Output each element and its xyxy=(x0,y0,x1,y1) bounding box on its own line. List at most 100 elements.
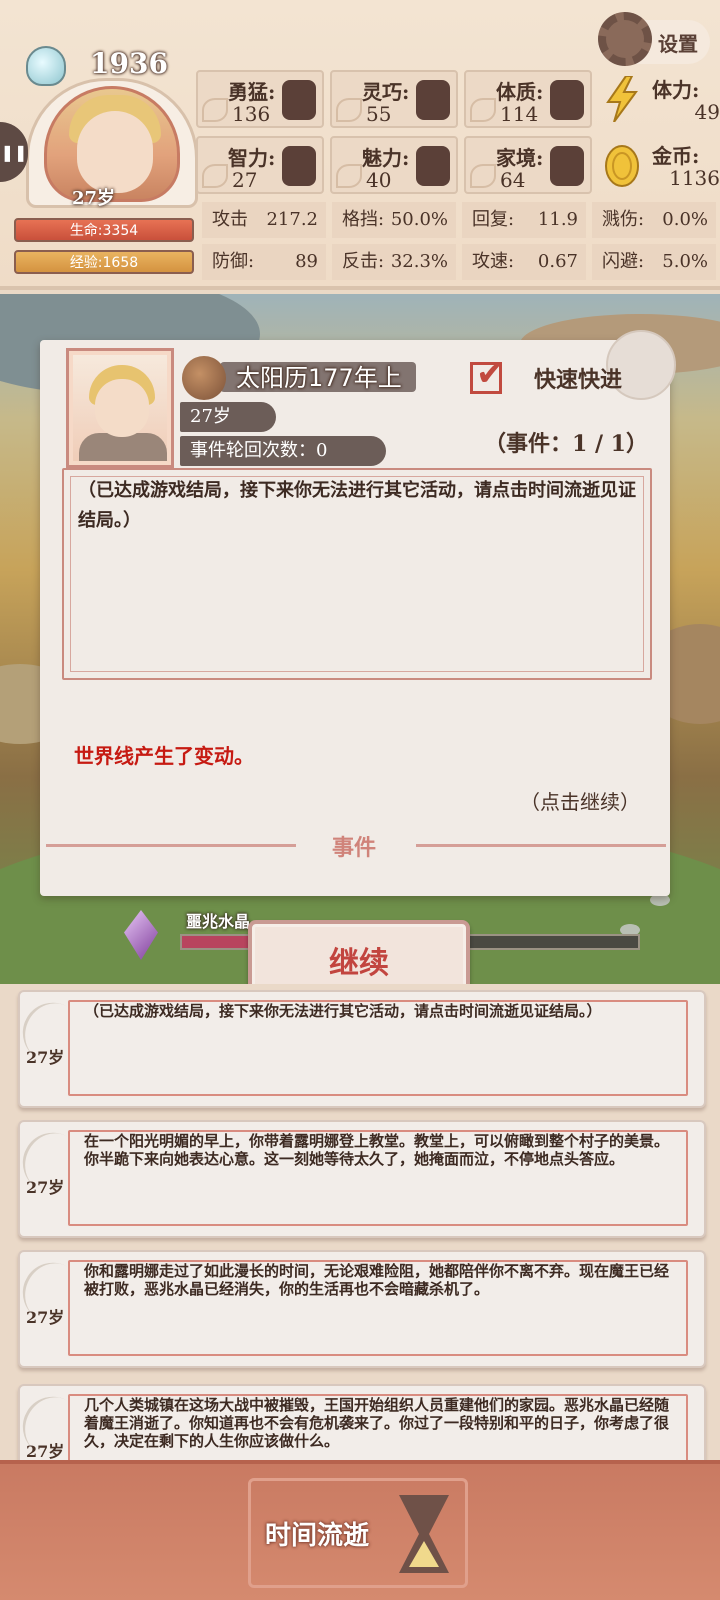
hp-label: 生命:3354 xyxy=(69,223,139,239)
attr-bravery[interactable]: 勇猛: 136 xyxy=(196,70,324,128)
attr-value: 136 xyxy=(232,102,271,126)
stat-label: 格挡: xyxy=(342,209,385,230)
log-age: 27岁 xyxy=(26,1178,65,1197)
brain-icon xyxy=(282,146,316,186)
gear-icon xyxy=(598,12,652,66)
attr-family[interactable]: 家境: 64 xyxy=(464,136,592,194)
gold-label: 金币: xyxy=(652,144,700,168)
gold-display: 金币: 1136 xyxy=(600,136,720,196)
log-entry: 27岁 几个人类城镇在这场大战中被摧毁，王国开始组织人员重建他们的家园。恶兆水晶… xyxy=(12,1384,706,1460)
bottom-bar: 时间流逝 xyxy=(0,1460,720,1600)
stat-value: 0.67 xyxy=(537,251,578,272)
flourish-ornament xyxy=(336,164,362,188)
age-label: 27岁 xyxy=(72,188,116,209)
attr-value: 114 xyxy=(500,102,539,126)
stamina-label: 体力: xyxy=(652,78,700,102)
attr-charm[interactable]: 魅力: 40 xyxy=(330,136,458,194)
attr-constitution[interactable]: 体质: 114 xyxy=(464,70,592,128)
attr-name: 勇猛: xyxy=(228,80,276,104)
side-menu-handle[interactable]: ❚❚ xyxy=(0,122,28,182)
status-panel: 设置 1936 27岁 ❚❚ 生命:3354 经验:1658 勇猛: 136 灵… xyxy=(0,0,720,290)
scarf-icon xyxy=(416,80,450,120)
time-pass-label: 时间流逝 xyxy=(265,1520,370,1551)
stat-value: 5.0% xyxy=(662,251,708,272)
gold-value: 1136 xyxy=(669,166,720,190)
attr-intelligence[interactable]: 智力: 27 xyxy=(196,136,324,194)
year-counter: 1936 xyxy=(90,47,168,80)
stat-label: 攻速: xyxy=(472,251,515,272)
log-age: 27岁 xyxy=(26,1308,65,1327)
character-portrait xyxy=(66,348,174,468)
log-age: 27岁 xyxy=(26,1442,65,1460)
attr-name: 魅力: xyxy=(362,146,410,170)
divider-right xyxy=(416,844,666,847)
attr-value: 64 xyxy=(500,168,526,192)
stat-dodge: 闪避: 5.0% xyxy=(592,244,716,280)
settings-button[interactable]: 设置 xyxy=(598,12,710,66)
exp-label: 经验:1658 xyxy=(69,255,139,271)
stat-value: 0.0% xyxy=(662,209,708,230)
fast-forward-toggle[interactable]: ✔ 快速快进 xyxy=(470,354,650,396)
event-counter: （事件：1 / 1） xyxy=(484,431,648,457)
stat-counter: 反击: 32.3% xyxy=(332,244,456,280)
portrait-body xyxy=(79,433,167,461)
world-change-notice: 世界线产生了变动。 xyxy=(74,744,254,768)
stat-value: 89 xyxy=(295,251,318,272)
stat-label: 防御: xyxy=(212,251,255,272)
stat-label: 攻击 xyxy=(212,209,248,230)
calendar-date: 太阳历177年上 xyxy=(236,364,402,392)
lightning-icon xyxy=(606,76,638,122)
age-chip: 27岁 xyxy=(180,402,276,432)
event-description: （已达成游戏结局，接下来你无法进行其它活动，请点击时间流逝见证结局。） xyxy=(78,480,636,531)
stat-value: 11.9 xyxy=(537,209,578,230)
omen-label: 噩兆水晶 xyxy=(186,912,251,931)
attr-dexterity[interactable]: 灵巧: 55 xyxy=(330,70,458,128)
stat-defense: 防御: 89 xyxy=(202,244,326,280)
attr-value: 55 xyxy=(366,102,392,126)
log-entry: 27岁 在一个阳光明媚的早上，你带着露明娜登上教堂。教堂上，可以俯瞰到整个村子的… xyxy=(12,1120,706,1238)
time-pass-button[interactable]: 时间流逝 xyxy=(248,1478,468,1588)
event-log-list[interactable]: 27岁 （已达成游戏结局，接下来你无法进行其它活动，请点击时间流逝见证结局。） … xyxy=(0,984,720,1460)
stat-label: 溅伤: xyxy=(602,209,645,230)
hand-coin-icon xyxy=(550,146,584,186)
attr-name: 家境: xyxy=(496,146,544,170)
exp-bar: 经验:1658 xyxy=(14,250,194,274)
combat-stats: 攻击 217.2 格挡: 50.0% 回复: 11.9 溅伤: 0.0% 防御: 89 反… xyxy=(202,202,716,284)
log-text: （已达成游戏结局，接下来你无法进行其它活动，请点击时间流逝见证结局。） xyxy=(84,1002,602,1020)
checkmark-icon: ✔ xyxy=(476,354,505,394)
attr-name: 体质: xyxy=(496,80,544,104)
stat-regen: 回复: 11.9 xyxy=(462,202,586,238)
divider-left xyxy=(46,844,296,847)
stat-attack: 攻击 217.2 xyxy=(202,202,326,238)
log-entry: 27岁 （已达成游戏结局，接下来你无法进行其它活动，请点击时间流逝见证结局。） xyxy=(12,990,706,1108)
hp-bar: 生命:3354 xyxy=(14,218,194,242)
flourish-ornament xyxy=(470,164,496,188)
fist-icon xyxy=(282,80,316,120)
settings-label: 设置 xyxy=(658,31,698,56)
flourish-ornament xyxy=(470,98,496,122)
cycle-chip: 事件轮回次数：0 xyxy=(180,436,386,466)
portrait-face xyxy=(95,379,149,437)
attr-value: 27 xyxy=(232,168,258,192)
crystal-icon xyxy=(124,910,158,960)
gold-coin-icon xyxy=(605,145,639,187)
dialog-footer-title: 事件 xyxy=(332,835,377,861)
stat-value: 217.2 xyxy=(266,209,318,230)
stat-splash: 溅伤: 0.0% xyxy=(592,202,716,238)
event-text-box: （已达成游戏结局，接下来你无法进行其它活动，请点击时间流逝见证结局。） xyxy=(62,468,652,680)
flourish-ornament xyxy=(202,164,228,188)
stat-label: 闪避: xyxy=(602,251,645,272)
flower-icon xyxy=(416,146,450,186)
flourish-ornament xyxy=(202,98,228,122)
flourish-ornament xyxy=(336,98,362,122)
stat-label: 回复: xyxy=(472,209,515,230)
log-text: 在一个阳光明媚的早上，你带着露明娜登上教堂。教堂上，可以俯瞰到整个村子的美景。你… xyxy=(84,1132,670,1168)
stamina-display: 体力: 49 xyxy=(600,70,720,130)
log-age: 27岁 xyxy=(26,1048,65,1067)
tap-to-continue-hint[interactable]: （点击继续） xyxy=(520,786,640,815)
attr-name: 智力: xyxy=(228,146,276,170)
bread-icon xyxy=(182,356,226,400)
log-text: 你和露明娜走过了如此漫长的时间，无论艰难险阻，她都陪伴你不离不弃。现在魔王已经被… xyxy=(84,1262,670,1298)
event-dialog[interactable]: 太阳历177年上 ✔ 快速快进 27岁 事件轮回次数：0 （事件：1 / 1） … xyxy=(40,330,676,896)
stat-value: 32.3% xyxy=(390,251,448,272)
